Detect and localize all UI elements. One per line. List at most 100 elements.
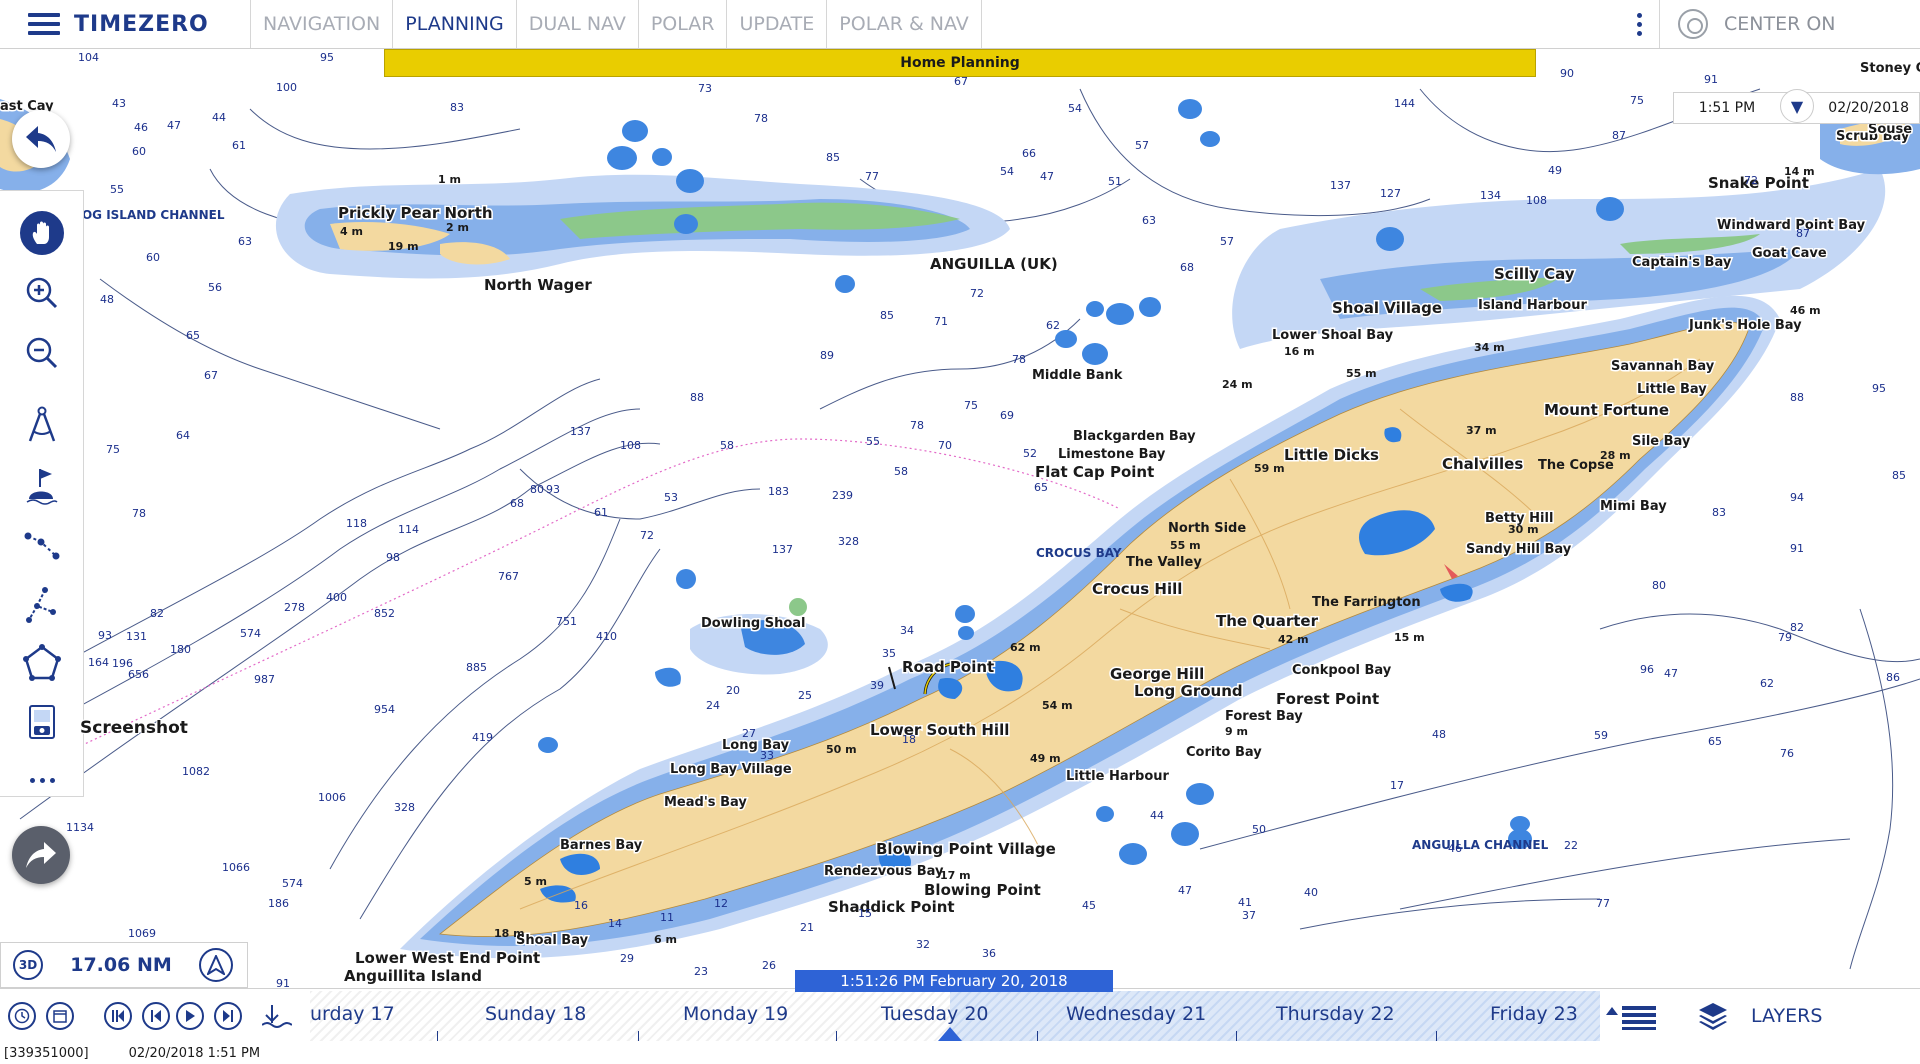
more-tools-icon[interactable] [0, 762, 84, 798]
chart-label: Rendezvous Bay [824, 864, 944, 879]
tab-update[interactable]: UPDATE [726, 0, 826, 48]
menu-icon[interactable] [28, 13, 60, 35]
svg-text:87: 87 [1612, 129, 1626, 142]
step-back-button[interactable] [142, 1002, 170, 1030]
chart-label: Long Bay [722, 738, 790, 753]
top-bar: TIMEZERO NAVIGATION PLANNING DUAL NAV PO… [0, 0, 1920, 49]
timeline-day: urday 17 [310, 1003, 395, 1025]
svg-text:108: 108 [620, 439, 641, 452]
svg-text:45: 45 [1082, 899, 1096, 912]
chart-label: The Valley [1126, 555, 1202, 570]
nautical-chart[interactable]: DOG ISLAND CHANNEL ANGUILLA CHANNEL ANGU… [0, 49, 1920, 989]
chart-label: Prickly Pear North [338, 204, 493, 222]
skip-start-button[interactable] [104, 1002, 132, 1030]
calendar-button[interactable] [46, 1002, 74, 1030]
svg-text:64: 64 [176, 429, 190, 442]
svg-text:14 m: 14 m [1784, 165, 1815, 178]
chart-label: Lower Shoal Bay [1272, 328, 1394, 343]
time-panel[interactable]: 1:51 PM ▼ 02/20/2018 [1673, 89, 1920, 124]
calendar-icon [53, 1010, 67, 1023]
zoom-out-tool[interactable] [18, 329, 66, 377]
svg-text:78: 78 [910, 419, 924, 432]
redo-arrow-icon [26, 842, 56, 868]
north-up-button[interactable] [199, 948, 233, 982]
chart-label: Sandy Hill Bay [1466, 542, 1572, 557]
svg-text:80: 80 [530, 483, 544, 496]
ebl-vrm-tool[interactable] [18, 401, 66, 449]
svg-text:24 m: 24 m [1222, 378, 1253, 391]
svg-text:137: 137 [570, 425, 591, 438]
more-options-icon[interactable] [1620, 0, 1660, 48]
svg-text:400: 400 [326, 591, 347, 604]
svg-text:62: 62 [1046, 319, 1060, 332]
range-value: 17.06 NM [70, 954, 172, 976]
tab-planning[interactable]: PLANNING [392, 0, 515, 48]
svg-text:49 m: 49 m [1030, 752, 1061, 765]
play-button[interactable] [176, 1002, 204, 1030]
clock-icon [14, 1008, 30, 1024]
tab-navigation[interactable]: NAVIGATION [250, 0, 392, 48]
layers-button[interactable]: LAYERS [1675, 989, 1920, 1043]
svg-text:14: 14 [608, 917, 622, 930]
timeline-day: Tuesday 20 [881, 1003, 989, 1025]
dropdown-icon[interactable]: ▼ [1780, 89, 1814, 123]
time-cursor-icon[interactable] [938, 1027, 962, 1041]
svg-text:50 m: 50 m [826, 743, 857, 756]
area-tool[interactable] [18, 639, 66, 687]
svg-text:93: 93 [98, 629, 112, 642]
toggle-3d-button[interactable]: 3D [13, 950, 43, 980]
svg-text:22: 22 [1564, 839, 1578, 852]
svg-text:33: 33 [760, 749, 774, 762]
layers-icon [1699, 1003, 1727, 1030]
svg-text:24: 24 [706, 699, 720, 712]
chart-label: Corito Bay [1186, 745, 1262, 760]
zoom-out-icon [26, 337, 58, 369]
tab-dual-nav[interactable]: DUAL NAV [515, 0, 638, 48]
timeline-scrubber[interactable]: urday 17 Sunday 18 Monday 19 Tuesday 20 … [310, 991, 1600, 1041]
chart-label: Middle Bank [1032, 368, 1123, 383]
svg-text:47: 47 [1040, 170, 1054, 183]
svg-text:53: 53 [664, 491, 678, 504]
svg-text:55: 55 [866, 435, 880, 448]
chart-label: Shaddick Point [828, 898, 955, 916]
step-forward-button[interactable] [214, 1002, 242, 1030]
tab-polar-nav[interactable]: POLAR & NAV [826, 0, 982, 48]
mark-tool[interactable] [18, 461, 66, 509]
chart-label: Sile Bay [1632, 434, 1691, 449]
svg-text:63: 63 [238, 235, 252, 248]
status-datetime: 02/20/2018 1:51 PM [128, 1045, 261, 1061]
svg-text:18 m: 18 m [494, 927, 525, 940]
svg-text:46: 46 [1448, 842, 1462, 855]
svg-text:34 m: 34 m [1474, 341, 1505, 354]
tab-polar[interactable]: POLAR [637, 0, 727, 48]
svg-text:186: 186 [268, 897, 289, 910]
forward-button[interactable] [12, 826, 70, 884]
tide-button[interactable] [261, 1003, 293, 1033]
screenshot-tool[interactable] [18, 699, 66, 747]
chart-label: Dowling Shoal [701, 616, 806, 631]
chart-label: DOG ISLAND CHANNEL [72, 208, 225, 222]
clock-button[interactable] [8, 1002, 36, 1030]
route-tool[interactable] [18, 521, 66, 569]
svg-text:55 m: 55 m [1170, 539, 1201, 552]
svg-text:656: 656 [128, 668, 149, 681]
center-on-button[interactable]: CENTER ON [1660, 0, 1920, 48]
target-icon [1678, 9, 1708, 39]
svg-text:27: 27 [742, 727, 756, 740]
chart-label: Barnes Bay [560, 838, 643, 853]
svg-text:5 m: 5 m [524, 875, 547, 888]
polygon-icon [23, 644, 61, 681]
timeline-settings-button[interactable] [1604, 1001, 1658, 1035]
chart-label: Captain's Bay [1632, 255, 1732, 270]
chart-label: Blackgarden Bay [1073, 429, 1196, 444]
svg-text:60: 60 [146, 251, 160, 264]
svg-text:65: 65 [186, 329, 200, 342]
pan-tool[interactable] [18, 209, 66, 257]
zoom-in-tool[interactable] [18, 269, 66, 317]
svg-text:95: 95 [320, 51, 334, 64]
boundary-tool[interactable] [18, 581, 66, 629]
svg-text:72: 72 [970, 287, 984, 300]
back-button[interactable] [12, 110, 70, 168]
svg-text:54: 54 [1000, 165, 1014, 178]
svg-text:278: 278 [284, 601, 305, 614]
